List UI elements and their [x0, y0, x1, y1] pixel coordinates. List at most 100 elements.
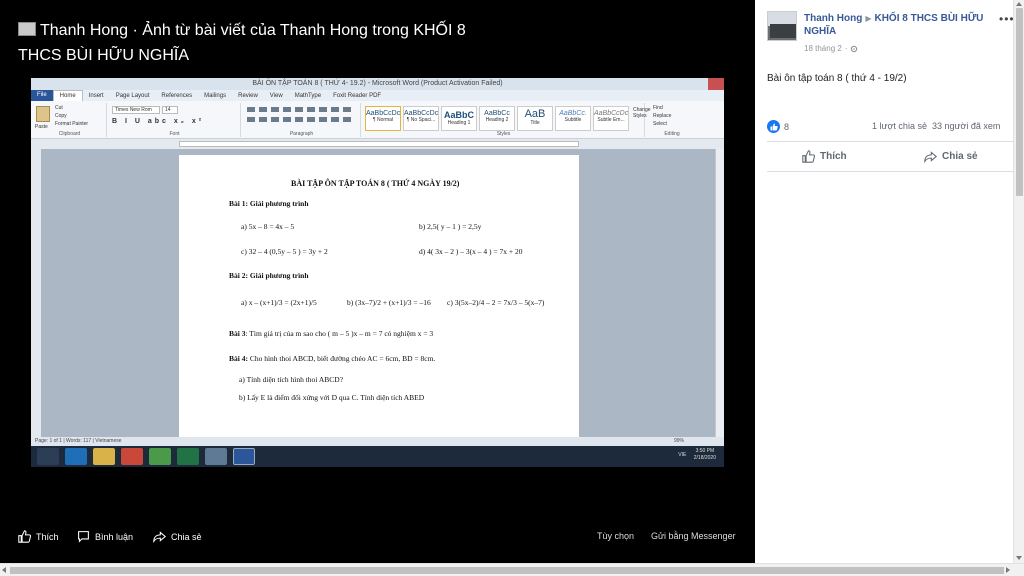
style-subtitle: AaBbCc. Subtitle [555, 106, 591, 131]
bai4-b: b) Lấy E là điểm đối xứng với D qua C. T… [239, 393, 425, 402]
select-label: Select [653, 121, 667, 127]
scroll-left-icon[interactable] [2, 567, 6, 573]
vertical-ruler [31, 149, 41, 437]
word-ribbon-tabs: File Home Insert Page Layout References … [31, 90, 724, 101]
post-header: Thanh Hong ▶ KHỐI 8 THCS BÙI HỮU NGHĨA [804, 12, 999, 38]
style-normal: AaBbCcDc ¶ Normal [365, 106, 401, 131]
comment-icon [78, 531, 89, 543]
like-label: Thích [820, 151, 847, 162]
bai1-title: Bài 1: Giải phương trình [229, 199, 309, 208]
style-name: Heading 2 [485, 117, 509, 123]
font-format-icons: B I U abc x₂ x² [112, 118, 205, 125]
cut-label: Cut [55, 105, 63, 111]
style-subtle-emphasis: AaBbCcDc Subtle Em... [593, 106, 629, 131]
horizontal-scrollbar[interactable] [0, 563, 1024, 576]
like-reaction-icon [767, 120, 780, 133]
share-seen-summary: 1 lượt chia sẻ 33 người đã xem [872, 121, 1000, 131]
minimize-icon [676, 78, 692, 90]
word-window-title: BÀI ÔN TẬP TOÁN 8 ( THỨ 4- 19.2) - Micro… [252, 80, 503, 87]
scroll-up-icon[interactable] [1016, 2, 1022, 6]
viewer-action-bar: Thích Bình luận Chia sẻ Tùy chọn Gửi bằn… [0, 528, 755, 546]
tray-language: VIE [678, 452, 687, 459]
font-name-box: Times New Rom [112, 106, 160, 114]
photo-image[interactable]: BÀI ÔN TẬP TOÁN 8 ( THỨ 4- 19.2) - Micro… [31, 78, 724, 467]
scroll-down-icon[interactable] [1016, 556, 1022, 560]
bai4-text: Cho hình thoi ABCD, biết đường chéo AC =… [247, 354, 436, 363]
style-preview: AaBbC [443, 110, 474, 120]
app-icon [149, 448, 171, 465]
clock: 3:50 PM 2/18/2020 [694, 448, 716, 462]
send-messenger-link[interactable]: Gửi bằng Messenger [651, 531, 736, 541]
align-icons [247, 117, 355, 122]
reaction-summary[interactable]: 8 [767, 120, 789, 133]
photo-title: Thanh Hong · Ảnh từ bài viết của Thanh H… [18, 18, 488, 68]
style-name: Title [530, 120, 540, 126]
viewer-like-button[interactable]: Thích [18, 530, 59, 543]
seen-count[interactable]: 33 người đã xem [932, 121, 1000, 131]
viewer-comment-button[interactable]: Bình luận [77, 530, 133, 543]
style-preview: AaBbCc [484, 110, 510, 117]
viewer-like-label: Thích [36, 531, 59, 542]
word-document-area: BÀI TẬP ÔN TẬP TOÁN 8 ( THỨ 4 NGÀY 19/2)… [31, 149, 724, 445]
style-preview: AaBbCc. [559, 110, 587, 117]
bai3-text: : Tìm giá trị của m sao cho ( m – 5 )x –… [245, 329, 434, 338]
avatar[interactable] [767, 11, 797, 41]
find-label: Find [653, 105, 663, 111]
document-page: BÀI TẬP ÔN TẬP TOÁN 8 ( THỨ 4 NGÀY 19/2)… [179, 155, 579, 445]
word-status-text: Page: 1 of 1 | Words: 117 | Vietnamese [35, 438, 122, 444]
format-painter-label: Format Painter [55, 121, 89, 127]
share-count[interactable]: 1 lượt chia sẻ [872, 121, 927, 131]
author-name[interactable]: Thanh Hong [804, 13, 862, 24]
bai2-b: b) (3x–7)/2 + (x+1)/3 = –16 [347, 298, 431, 307]
caret-right-icon: ▶ [865, 14, 872, 23]
divider [767, 141, 1013, 142]
viewer-share-button[interactable]: Chia sẻ [153, 530, 202, 543]
bai3-label: Bài 3 [229, 329, 246, 338]
album-icon [18, 22, 36, 36]
thumbs-up-icon [770, 123, 778, 130]
divider [767, 171, 1013, 172]
share-button[interactable]: Chia sẻ [924, 150, 978, 163]
style-preview: AaBbCcDc [404, 110, 439, 117]
scroll-thumb[interactable] [1016, 8, 1023, 196]
audience-gear-icon [851, 45, 858, 52]
ribbon-group-label: Editing [664, 131, 680, 137]
style-name: Heading 1 [447, 120, 471, 126]
word-window-controls [676, 78, 724, 90]
word-tab-references: References [161, 92, 193, 99]
style-preview: AaBbCcDc [594, 110, 629, 117]
ribbon-styles: AaBbCcDc ¶ Normal AaBbCcDc ¶ No Spaci... A… [363, 103, 651, 137]
viewer-share-label: Chia sẻ [171, 531, 202, 542]
scroll-thumb[interactable] [10, 567, 1004, 574]
style-preview: AaB [524, 108, 546, 120]
bai1-a: a) 5x – 8 = 4x – 5 [241, 222, 295, 231]
style-name: Subtitle [564, 117, 582, 123]
vertical-scrollbar[interactable] [1013, 0, 1024, 563]
bai2-a: a) x – (x+1)/3 = (2x+1)/5 [241, 298, 317, 307]
file-explorer-icon [93, 448, 115, 465]
word-title-bar: BÀI ÔN TẬP TOÁN 8 ( THỨ 4- 19.2) - Micro… [31, 78, 724, 90]
photo-title-text[interactable]: Thanh Hong · Ảnh từ bài viết của Thanh H… [18, 22, 466, 64]
photo-viewer: Thanh Hong · Ảnh từ bài viết của Thanh H… [0, 0, 755, 563]
word-tab-mailings: Mailings [204, 92, 227, 99]
like-button[interactable]: Thích [802, 150, 847, 163]
word-tab-review: Review [238, 92, 258, 99]
word-scrollbar [715, 149, 724, 437]
word-tab-view: View [269, 92, 283, 99]
word-zoom: 99% [673, 438, 684, 444]
viewer-options-link[interactable]: Tùy chọn [597, 531, 634, 541]
post-side-panel: Thanh Hong ▶ KHỐI 8 THCS BÙI HỮU NGHĨA •••… [755, 0, 1024, 563]
style-heading-2: AaBbCc Heading 2 [479, 106, 515, 131]
word-tab-foxit: Foxit Reader PDF [333, 92, 382, 99]
post-time[interactable]: 18 tháng 2 [804, 44, 842, 53]
avatar-building [770, 24, 796, 38]
paste-label: Paste [35, 124, 48, 130]
style-name: ¶ No Spaci... [406, 117, 436, 123]
scroll-right-icon[interactable] [1006, 567, 1010, 573]
bai1-d: d) 4( 3x – 2 ) – 3(x – 4 ) = 7x + 20 [419, 247, 523, 256]
word-ruler [31, 139, 724, 149]
style-name: ¶ Normal [372, 117, 394, 123]
windows-start-icon [37, 448, 59, 465]
maximize-icon [692, 78, 708, 90]
list-icons [247, 107, 355, 112]
